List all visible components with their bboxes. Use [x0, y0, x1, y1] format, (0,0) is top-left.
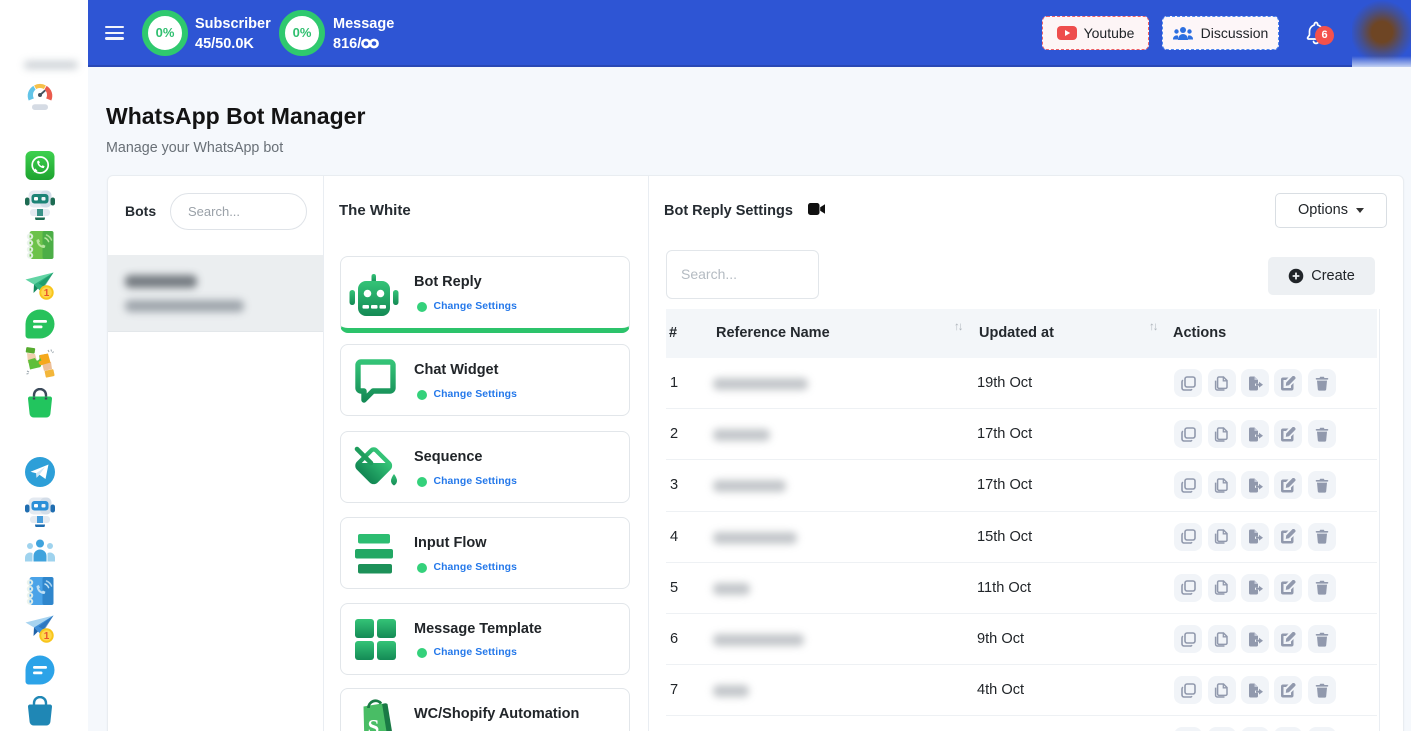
- svg-text:1: 1: [44, 631, 50, 642]
- svg-text:S: S: [368, 715, 380, 731]
- svg-text:1: 1: [44, 288, 50, 299]
